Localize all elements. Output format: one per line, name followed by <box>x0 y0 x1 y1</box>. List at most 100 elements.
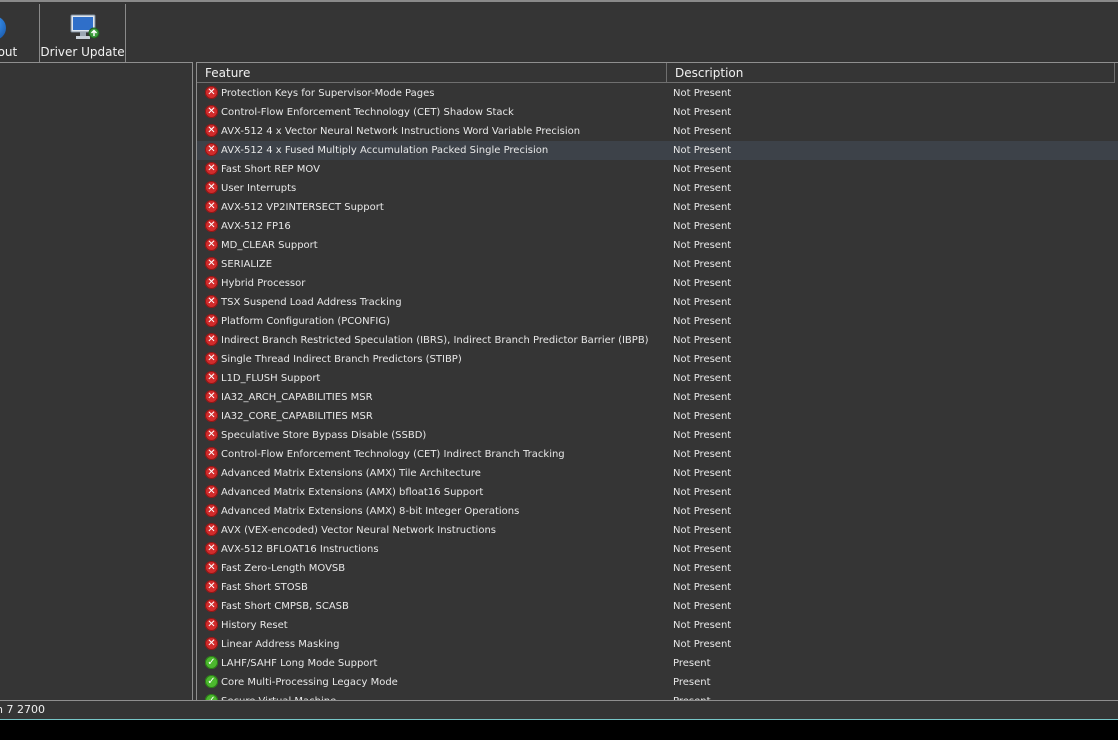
table-row[interactable]: ✕ Fast Short CMPSB, SCASB Not Present <box>197 597 1118 616</box>
table-row[interactable]: ✕ TSX Suspend Load Address Tracking Not Pr… <box>197 293 1118 312</box>
red-x-icon: ✕ <box>205 447 218 460</box>
red-x-icon: ✕ <box>205 428 218 441</box>
feature-name: Linear Address Masking <box>221 639 340 650</box>
red-x-icon: ✕ <box>205 485 218 498</box>
red-x-icon: ✕ <box>205 200 218 213</box>
table-row[interactable]: ✕ Indirect Branch Restricted Speculation … <box>197 331 1118 350</box>
sidebar-tree[interactable] <box>0 62 193 700</box>
feature-name: L1D_FLUSH Support <box>221 373 321 384</box>
feature-description: Not Present <box>673 430 732 441</box>
red-x-icon: ✕ <box>205 238 218 251</box>
table-row[interactable]: ✕ Control-Flow Enforcement Technology (CE… <box>197 103 1118 122</box>
feature-name: History Reset <box>221 620 288 631</box>
feature-description: Not Present <box>673 487 732 498</box>
table-row[interactable]: ✕ Speculative Store Bypass Disable (SSBD)… <box>197 426 1118 445</box>
table-row[interactable]: ✕ Protection Keys for Supervisor-Mode Pag… <box>197 84 1118 103</box>
table-row[interactable]: ✕ Fast Short REP MOV Not Present <box>197 160 1118 179</box>
red-x-icon: ✕ <box>205 523 218 536</box>
feature-description: Not Present <box>673 221 732 232</box>
about-button-label: About <box>0 45 18 59</box>
table-row[interactable]: ✕ IA32_CORE_CAPABILITIES MSR Not Present <box>197 407 1118 426</box>
red-x-icon: ✕ <box>205 599 218 612</box>
feature-description: Not Present <box>673 582 732 593</box>
table-row[interactable]: ✕ Platform Configuration (PCONFIG) Not Pre… <box>197 312 1118 331</box>
feature-description: Not Present <box>673 544 732 555</box>
feature-name: Protection Keys for Supervisor-Mode Page… <box>221 88 435 99</box>
table-row[interactable]: ✕ History Reset Not Present <box>197 616 1118 635</box>
red-x-icon: ✕ <box>205 124 218 137</box>
feature-description: Not Present <box>673 354 732 365</box>
red-x-icon: ✕ <box>205 371 218 384</box>
table-row[interactable]: ✕ AVX (VEX-encoded) Vector Neural Network… <box>197 521 1118 540</box>
feature-name: AVX-512 BFLOAT16 Instructions <box>221 544 379 555</box>
table-row[interactable]: ✕ Control-Flow Enforcement Technology (CE… <box>197 445 1118 464</box>
feature-name: Advanced Matrix Extensions (AMX) 8-bit I… <box>221 506 520 517</box>
feature-description: Not Present <box>673 183 732 194</box>
status-text: n 7 2700 <box>0 703 45 716</box>
red-x-icon: ✕ <box>205 390 218 403</box>
feature-description: Not Present <box>673 335 732 346</box>
feature-description: Not Present <box>673 506 732 517</box>
table-row[interactable]: ✓ Core Multi-Processing Legacy Mode Presen… <box>197 673 1118 692</box>
red-x-icon: ✕ <box>205 219 218 232</box>
table-row[interactable]: ✕ Advanced Matrix Extensions (AMX) bfloat… <box>197 483 1118 502</box>
red-x-icon: ✕ <box>205 409 218 422</box>
feature-description: Not Present <box>673 259 732 270</box>
feature-name: MD_CLEAR Support <box>221 240 318 251</box>
feature-name: IA32_CORE_CAPABILITIES MSR <box>221 411 373 422</box>
feature-description: Present <box>673 658 711 669</box>
table-row[interactable]: ✕ Fast Zero-Length MOVSB Not Present <box>197 559 1118 578</box>
table-row[interactable]: ✕ L1D_FLUSH Support Not Present <box>197 369 1118 388</box>
globe-icon <box>0 16 6 40</box>
table-row[interactable]: ✕ Single Thread Indirect Branch Predictor… <box>197 350 1118 369</box>
about-button[interactable]: About <box>0 4 40 62</box>
table-row[interactable]: ✕ Linear Address Masking Not Present <box>197 635 1118 654</box>
feature-name: AVX-512 4 x Vector Neural Network Instru… <box>221 126 581 137</box>
column-header-description[interactable]: Description <box>667 63 1115 83</box>
feature-description: Not Present <box>673 145 732 156</box>
feature-description: Present <box>673 677 711 688</box>
feature-description: Not Present <box>673 468 732 479</box>
monitor-update-icon <box>70 14 100 39</box>
table-row[interactable]: ✕ SERIALIZE Not Present <box>197 255 1118 274</box>
list-rows: ✕ Protection Keys for Supervisor-Mode Pag… <box>197 84 1118 700</box>
table-row[interactable]: ✓Secure Virtual MachinePresent <box>197 692 1118 700</box>
table-row[interactable]: ✕ AVX-512 FP16 Not Present <box>197 217 1118 236</box>
screen-bottom-edge <box>0 720 1118 740</box>
red-x-icon: ✕ <box>205 618 218 631</box>
feature-description: Not Present <box>673 563 732 574</box>
feature-description: Not Present <box>673 126 732 137</box>
column-header-feature[interactable]: Feature <box>197 63 667 83</box>
feature-name: Indirect Branch Restricted Speculation (… <box>221 335 649 346</box>
feature-description: Not Present <box>673 525 732 536</box>
table-row[interactable]: ✕ Advanced Matrix Extensions (AMX) Tile A… <box>197 464 1118 483</box>
feature-name: Core Multi-Processing Legacy Mode <box>221 677 398 688</box>
list-header: Feature Description <box>197 63 1118 83</box>
table-row[interactable]: ✕ MD_CLEAR Support Not Present <box>197 236 1118 255</box>
feature-name: Fast Short STOSB <box>221 582 308 593</box>
feature-description: Not Present <box>673 373 732 384</box>
table-row[interactable]: ✕ AVX-512 VP2INTERSECT Support Not Present <box>197 198 1118 217</box>
table-row[interactable]: ✕ AVX-512 BFLOAT16 Instructions Not Presen… <box>197 540 1118 559</box>
driver-update-button[interactable]: Driver Update <box>39 4 126 62</box>
table-row[interactable]: ✕ Advanced Matrix Extensions (AMX) 8-bit … <box>197 502 1118 521</box>
table-row[interactable]: ✓ LAHF/SAHF Long Mode Support Present <box>197 654 1118 673</box>
feature-name: Secure Virtual Machine <box>221 692 336 700</box>
feature-description: Not Present <box>673 240 732 251</box>
feature-name: Advanced Matrix Extensions (AMX) bfloat1… <box>221 487 484 498</box>
table-row[interactable]: ✕ User Interrupts Not Present <box>197 179 1118 198</box>
table-row[interactable]: ✕ AVX-512 4 x Vector Neural Network Instr… <box>197 122 1118 141</box>
feature-description: Not Present <box>673 88 732 99</box>
table-row[interactable]: ✕ IA32_ARCH_CAPABILITIES MSR Not Present <box>197 388 1118 407</box>
feature-name: AVX-512 VP2INTERSECT Support <box>221 202 384 213</box>
red-x-icon: ✕ <box>205 352 218 365</box>
feature-name: SERIALIZE <box>221 259 273 270</box>
table-row[interactable]: ✕ Hybrid Processor Not Present <box>197 274 1118 293</box>
red-x-icon: ✕ <box>205 143 218 156</box>
toolbar: About Driver Update <box>0 0 1118 62</box>
red-x-icon: ✕ <box>205 542 218 555</box>
feature-list[interactable]: Feature Description ✕ Protection Keys for… <box>196 62 1118 700</box>
feature-name: TSX Suspend Load Address Tracking <box>221 297 402 308</box>
table-row[interactable]: ✕ Fast Short STOSB Not Present <box>197 578 1118 597</box>
table-row[interactable]: ✕ AVX-512 4 x Fused Multiply Accumulation… <box>197 141 1118 160</box>
